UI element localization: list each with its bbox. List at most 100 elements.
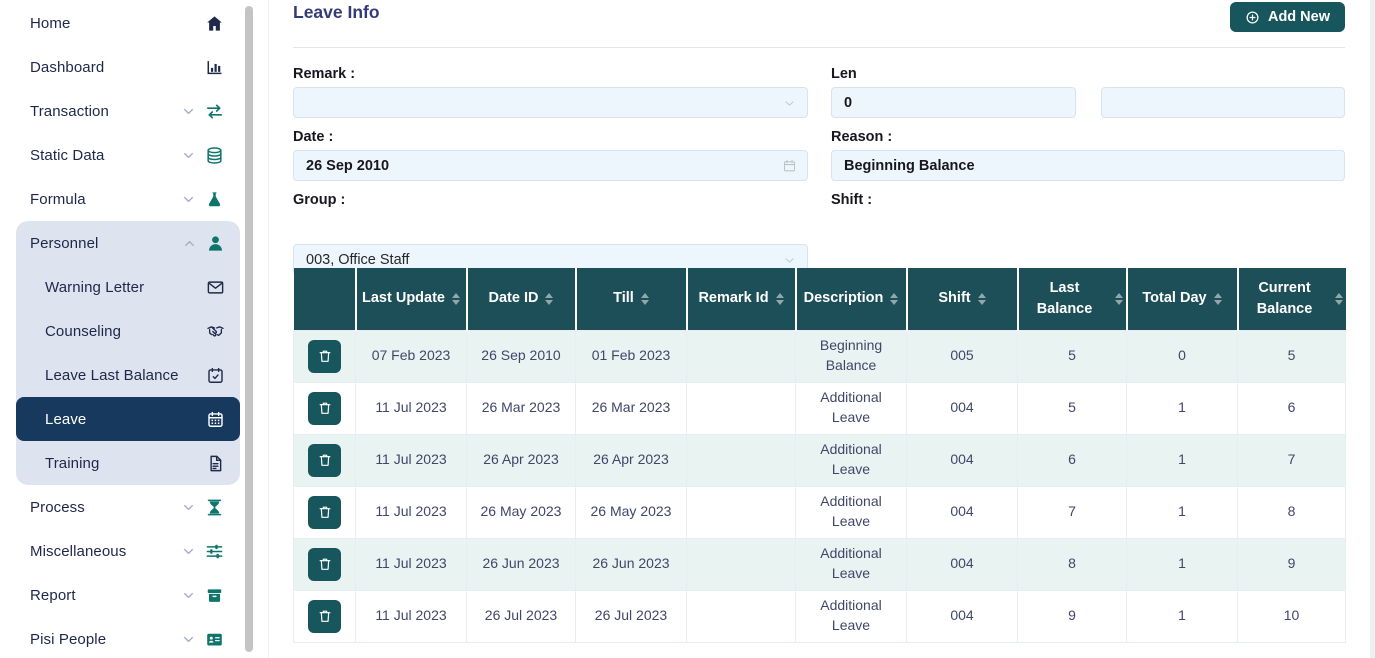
sort-icon [776,293,784,305]
cell-current-balance: 8 [1238,486,1346,538]
delete-row-button[interactable] [308,444,341,477]
chevron-down-icon [182,149,195,162]
add-new-button[interactable]: Add New [1230,2,1345,32]
sort-icon [1335,293,1343,305]
flask-icon [205,190,224,209]
cell-actions [294,434,356,486]
cell-shift: 004 [907,486,1018,538]
chevron-down-icon [182,589,195,602]
sidebar-scrollbar[interactable] [245,6,253,652]
sliders-icon [205,542,224,561]
cell-till: 26 Mar 2023 [576,382,687,434]
col-header-description[interactable]: Description [796,268,907,330]
trash-icon [317,400,333,416]
sort-icon [1214,293,1222,305]
col-header-last-update[interactable]: Last Update [356,268,467,330]
sidebar-item-personnel[interactable]: Personnel [16,221,240,265]
cell-shift: 004 [907,434,1018,486]
cell-shift: 005 [907,330,1018,382]
cell-current-balance: 9 [1238,538,1346,590]
cell-till: 26 Jul 2023 [576,590,687,642]
delete-row-button[interactable] [308,496,341,529]
sidebar-item-leave-last-balance[interactable]: Leave Last Balance [16,353,240,397]
remark-select[interactable] [293,87,808,118]
sidebar-item-warning-letter[interactable]: Warning Letter [16,265,240,309]
sidebar-item-static-data[interactable]: Static Data [0,133,240,177]
cell-last-update: 11 Jul 2023 [356,538,467,590]
sidebar-item-label: Transaction [30,103,182,120]
sidebar-item-miscellaneous[interactable]: Miscellaneous [0,529,240,573]
cell-current-balance: 6 [1238,382,1346,434]
trash-icon [317,608,333,624]
sidebar: Home Dashboard Transaction Static [0,0,268,658]
cell-description: Additional Leave [796,590,907,642]
header-divider [293,47,1345,48]
sidebar-item-training[interactable]: Training [16,441,240,485]
page-title: Leave Info [293,2,380,23]
cell-last-update: 11 Jul 2023 [356,434,467,486]
col-header-total-day[interactable]: Total Day [1127,268,1238,330]
date-label: Date : [293,129,333,145]
sidebar-item-counseling[interactable]: Counseling [16,309,240,353]
cell-remark-id [687,330,796,382]
add-new-label: Add New [1268,9,1330,25]
sidebar-item-dashboard[interactable]: Dashboard [0,45,240,89]
col-header-current-balance[interactable]: Current Balance [1238,268,1346,330]
delete-row-button[interactable] [308,548,341,581]
sidebar-item-home[interactable]: Home [0,1,240,45]
sidebar-item-label: Leave [45,411,206,428]
sidebar-item-process[interactable]: Process [0,485,240,529]
main-content: Leave Info Add New Remark : Len Date : R… [293,0,1345,658]
sidebar-item-label: Static Data [30,147,182,164]
personnel-group: Personnel Warning Letter Counseling [16,221,240,485]
group-label: Group : [293,192,345,208]
sidebar-item-label: Personnel [30,235,183,252]
extra-input[interactable] [1101,87,1345,118]
chevron-down-icon [182,633,195,646]
sidebar-item-leave[interactable]: Leave [16,397,240,441]
home-icon [205,14,224,33]
sidebar-item-label: Training [45,455,206,472]
col-header-actions [294,268,356,330]
cell-description: Additional Leave [796,486,907,538]
sidebar-content-divider [268,0,269,658]
user-icon [206,234,225,253]
sidebar-item-report[interactable]: Report [0,573,240,617]
cell-current-balance: 10 [1238,590,1346,642]
page-scrollbar-track[interactable] [1370,0,1375,658]
delete-row-button[interactable] [308,600,341,633]
sidebar-item-formula[interactable]: Formula [0,177,240,221]
col-header-shift[interactable]: Shift [907,268,1018,330]
col-header-remark-id[interactable]: Remark Id [687,268,796,330]
col-header-date-id[interactable]: Date ID [467,268,576,330]
cell-actions [294,590,356,642]
col-header-till[interactable]: Till [576,268,687,330]
remark-label: Remark : [293,66,355,82]
document-icon [206,454,225,473]
cell-remark-id [687,538,796,590]
delete-row-button[interactable] [308,392,341,425]
sidebar-item-pisi-people[interactable]: Pisi People [0,617,240,658]
calendar-icon[interactable] [782,158,797,173]
cell-till: 26 Jun 2023 [576,538,687,590]
table-row: 11 Jul 2023 26 Mar 2023 26 Mar 2023 Addi… [294,382,1346,434]
cell-total-day: 1 [1127,590,1238,642]
table-header-row: Last Update Date ID Till Remark Id Descr… [294,268,1346,330]
trash-icon [317,504,333,520]
col-header-last-balance[interactable]: Last Balance [1018,268,1127,330]
delete-row-button[interactable] [308,340,341,373]
reason-input[interactable] [831,150,1345,181]
sidebar-item-label: Miscellaneous [30,543,182,560]
sidebar-item-label: Home [30,15,205,32]
cell-remark-id [687,590,796,642]
table-row: 11 Jul 2023 26 Jun 2023 26 Jun 2023 Addi… [294,538,1346,590]
sort-icon [890,293,898,305]
len-input[interactable] [831,87,1076,118]
trash-icon [317,452,333,468]
cell-last-balance: 5 [1018,382,1127,434]
sidebar-item-transaction[interactable]: Transaction [0,89,240,133]
chevron-down-icon [783,97,796,110]
date-input[interactable] [293,150,808,181]
table-row: 07 Feb 2023 26 Sep 2010 01 Feb 2023 Begi… [294,330,1346,382]
id-card-icon [205,630,224,649]
